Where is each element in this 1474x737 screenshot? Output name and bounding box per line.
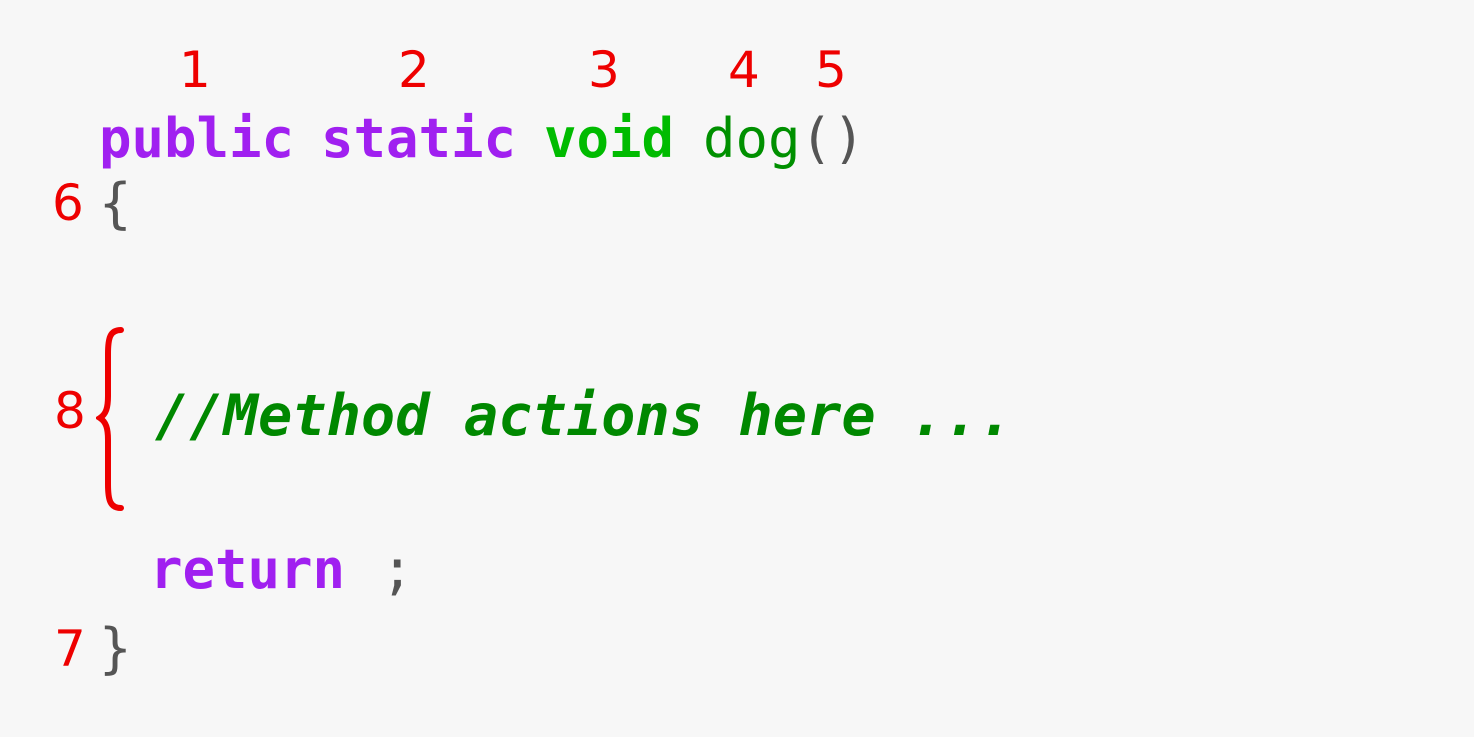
label-1: 1	[179, 41, 211, 99]
return-type: void	[544, 107, 675, 170]
body-bracket	[96, 327, 124, 511]
semicolon: ;	[381, 538, 414, 601]
return-keyword: return	[150, 538, 346, 601]
bracket-path	[96, 327, 124, 511]
access-modifier: public	[99, 107, 295, 170]
label-4: 4	[728, 41, 760, 99]
label-3: 3	[588, 41, 620, 99]
method-name: dog	[703, 107, 801, 170]
label-7: 7	[54, 620, 86, 678]
static-modifier: static	[321, 107, 517, 170]
label-5: 5	[815, 41, 847, 99]
label-8: 8	[54, 382, 86, 440]
body-comment: //Method actions here ...	[155, 383, 1013, 449]
closing-brace: }	[99, 617, 132, 680]
code-diagram: 1 2 3 4 5 public static void dog () 6 { …	[0, 0, 1474, 737]
opening-brace: {	[99, 172, 132, 235]
label-2: 2	[398, 41, 430, 99]
label-6: 6	[52, 174, 84, 232]
parameter-list: ()	[800, 107, 866, 170]
